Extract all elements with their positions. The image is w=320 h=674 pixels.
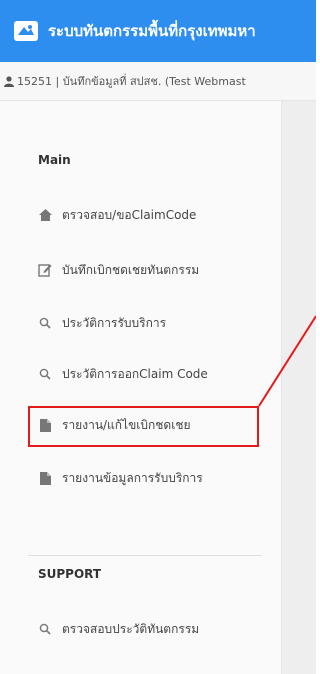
sidebar-section-support: SUPPORT	[38, 567, 102, 581]
sidebar-item-label: ประวัติการออกClaim Code	[62, 366, 208, 381]
search-icon	[38, 622, 52, 636]
home-icon	[38, 208, 52, 222]
user-info-bar: 15251 | บันทึกข้อมูลที่ สปสช. (Test Webm…	[0, 62, 316, 101]
sidebar-item-service-history[interactable]: ประวัติการรับบริการ	[38, 310, 166, 336]
app-title: ระบบทันตกรรมพื้นที่กรุงเทพมหา	[48, 22, 256, 40]
sidebar-item-label: บันทึกเบิกชดเชยทันตกรรม	[62, 262, 200, 277]
app-logo-icon[interactable]	[14, 21, 38, 41]
sidebar-item-label: ประวัติการรับบริการ	[62, 315, 167, 330]
sidebar-item-dental-claim-entry[interactable]: บันทึกเบิกชดเชยทันตกรรม	[38, 257, 199, 283]
file-icon	[38, 471, 52, 485]
sidebar-item-label: รายงานข้อมูลการรับบริการ	[62, 470, 203, 485]
sidebar-item-service-report[interactable]: รายงานข้อมูลการรับบริการ	[38, 465, 203, 491]
sidebar-item-label: ตรวจสอบประวัติทันตกรรม	[62, 621, 200, 636]
sidebar-item-claimcode-history[interactable]: ประวัติการออกClaim Code	[38, 361, 208, 387]
edit-icon	[38, 263, 52, 277]
sidebar-item-check-claimcode[interactable]: ตรวจสอบ/ขอClaimCode	[38, 202, 196, 228]
sidebar-divider	[28, 555, 262, 556]
highlight-box	[28, 406, 259, 447]
search-icon	[38, 367, 52, 381]
user-info-text: 15251 | บันทึกข้อมูลที่ สปสช. (Test Webm…	[17, 75, 246, 88]
sidebar-item-label: ตรวจสอบ/ขอClaimCode	[62, 207, 197, 222]
sidebar: Main ตรวจสอบ/ขอClaimCode บันทึกเบิกชดเชย…	[0, 101, 282, 674]
sidebar-section-main: Main	[38, 153, 71, 167]
user-icon	[4, 75, 14, 87]
top-header: ระบบทันตกรรมพื้นที่กรุงเทพมหา	[0, 0, 316, 62]
search-icon	[38, 316, 52, 330]
main-content-area	[282, 101, 316, 674]
sidebar-item-dental-history-check[interactable]: ตรวจสอบประวัติทันตกรรม	[38, 616, 199, 642]
